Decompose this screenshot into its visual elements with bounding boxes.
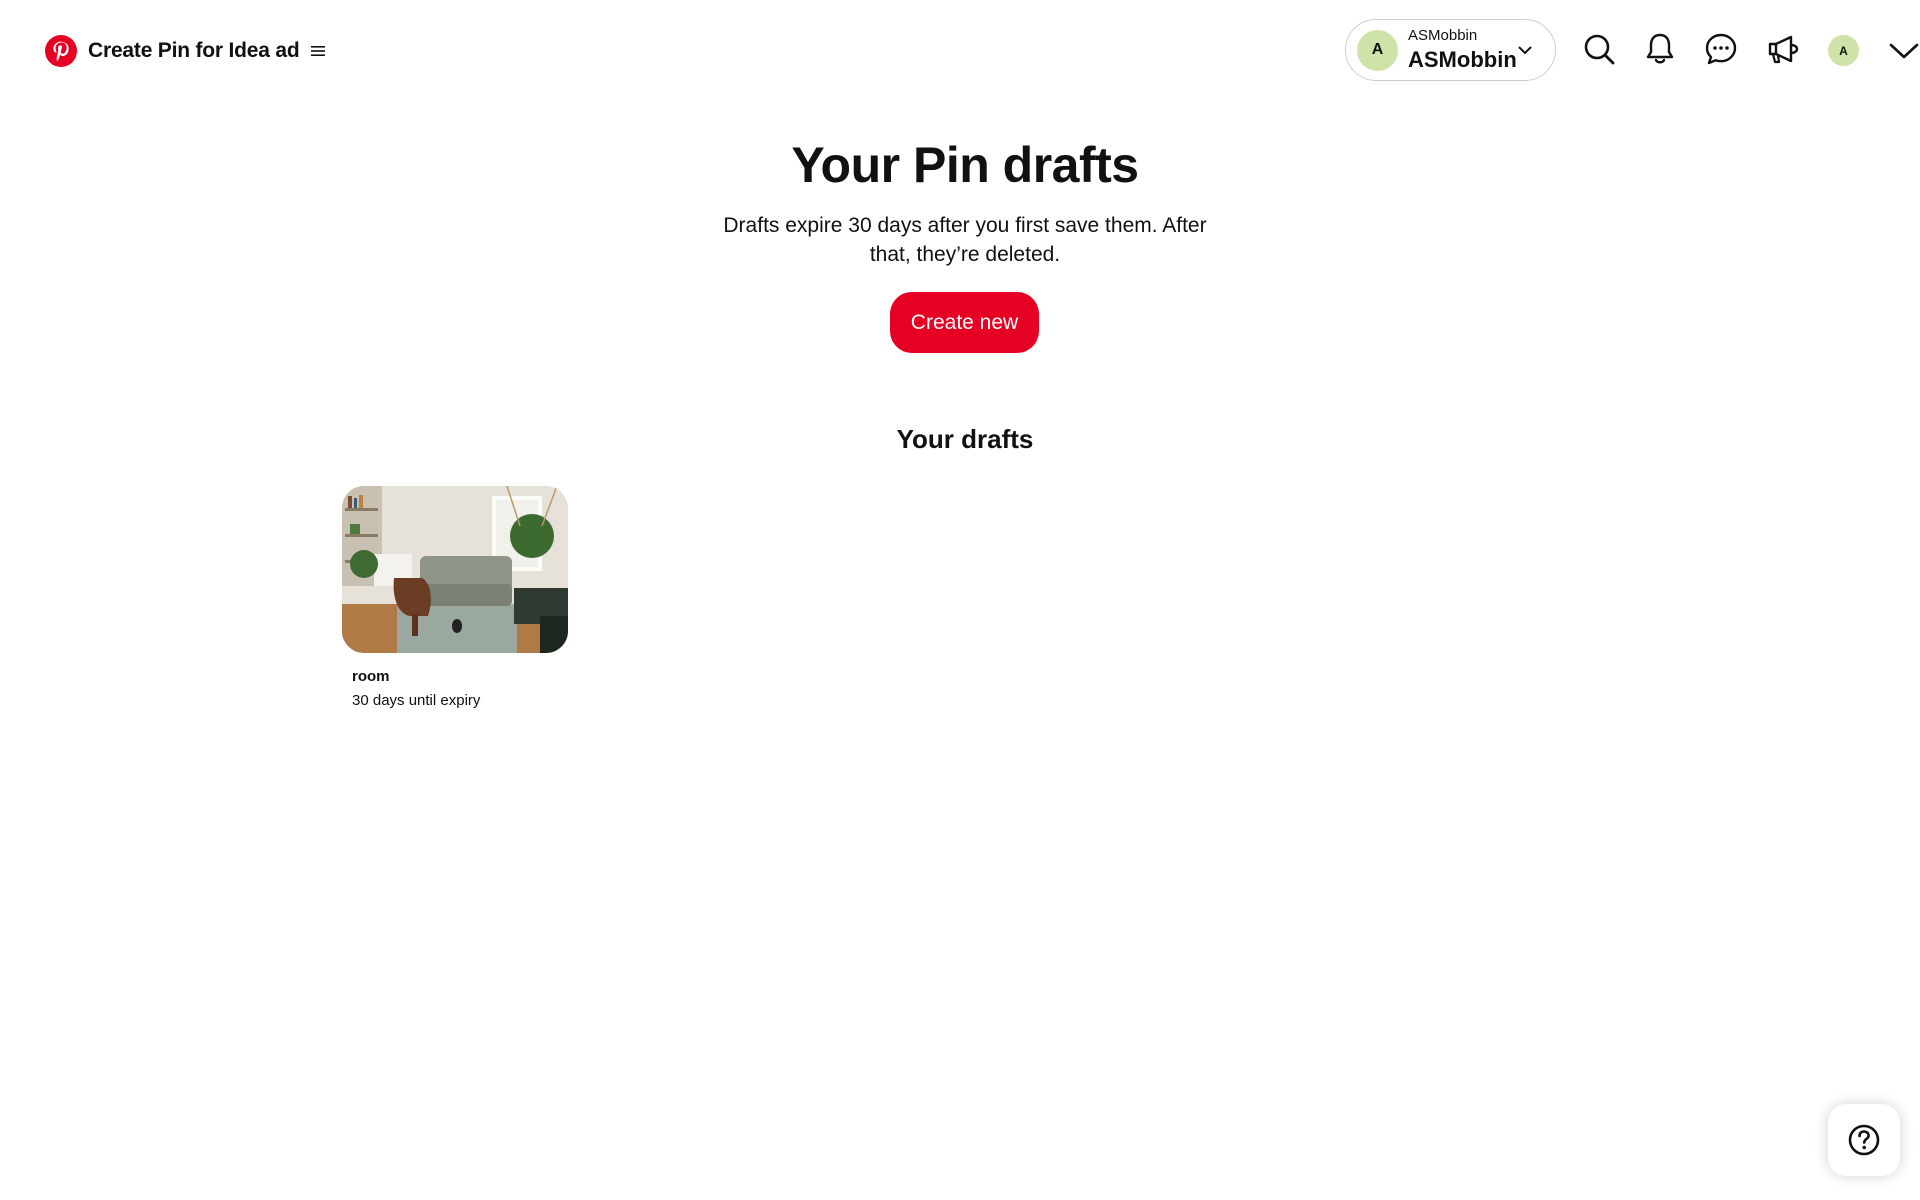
account-name-small: ASMobbin xyxy=(1408,27,1478,45)
chevron-down-icon xyxy=(1518,46,1532,55)
account-text: ASMobbin ASMobbin xyxy=(1408,28,1517,72)
page-subtitle: Drafts expire 30 days after you first sa… xyxy=(723,214,1207,266)
create-new-button[interactable]: Create new xyxy=(890,292,1039,353)
chat-icon[interactable] xyxy=(1704,32,1738,66)
section-title: Your drafts xyxy=(896,424,1034,454)
pinterest-logo-icon[interactable] xyxy=(45,35,77,67)
help-button[interactable] xyxy=(1828,1104,1900,1176)
profile-avatar[interactable]: A xyxy=(1828,35,1859,66)
account-switcher[interactable]: A ASMobbin ASMobbin xyxy=(1345,19,1556,81)
draft-card[interactable]: room 30 days until expiry xyxy=(342,486,568,709)
draft-thumbnail-image[interactable] xyxy=(342,486,568,653)
top-header: Create Pin for Idea ad A ASMobbin ASMobb… xyxy=(0,0,1920,102)
question-icon xyxy=(1848,1124,1880,1156)
hamburger-menu-icon[interactable] xyxy=(310,43,326,59)
megaphone-icon[interactable] xyxy=(1766,32,1800,66)
draft-expiry: 30 days until expiry xyxy=(352,692,481,709)
accounts-chevron-down-icon[interactable] xyxy=(1888,40,1920,62)
draft-title: room xyxy=(352,668,390,685)
account-name-large: ASMobbin xyxy=(1408,46,1517,72)
brand: Create Pin for Idea ad xyxy=(45,35,326,67)
search-icon[interactable] xyxy=(1582,32,1616,66)
bell-icon[interactable] xyxy=(1643,32,1677,66)
page-title: Your Pin drafts xyxy=(791,137,1139,193)
app-title: Create Pin for Idea ad xyxy=(88,39,300,62)
account-avatar: A xyxy=(1357,29,1398,71)
